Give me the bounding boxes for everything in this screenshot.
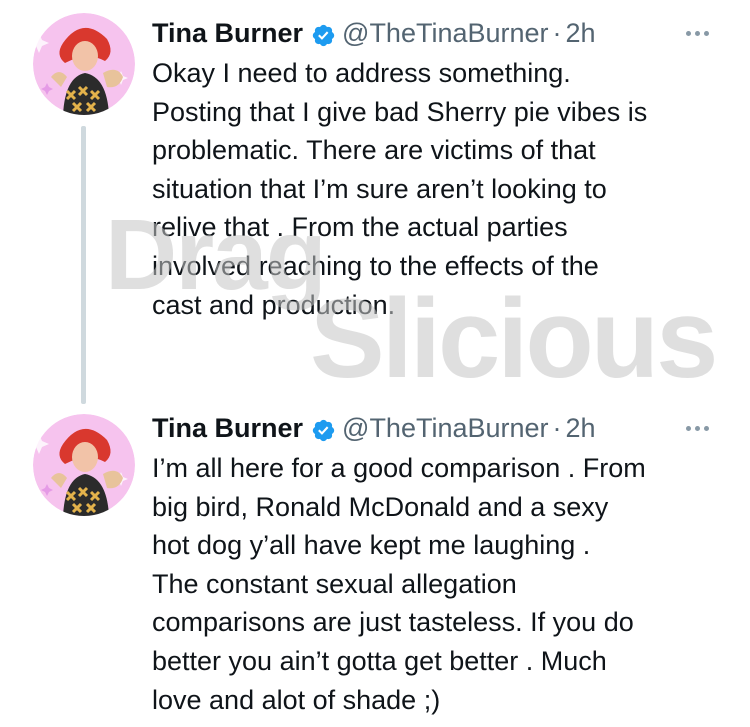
author-name[interactable]: Tina Burner xyxy=(152,15,303,51)
tweet-text: Okay I need to address something. Postin… xyxy=(152,58,648,320)
thread-line xyxy=(81,126,86,404)
avatar[interactable] xyxy=(33,414,135,516)
verified-badge-icon xyxy=(311,21,336,46)
tweet-header: Tina Burner @TheTinaBurner · 2h xyxy=(152,410,596,446)
more-options-icon[interactable] xyxy=(677,18,717,48)
tweet-text: I’m all here for a good comparison . Fro… xyxy=(152,453,646,715)
separator-dot: · xyxy=(552,18,562,48)
verified-badge-icon xyxy=(311,416,336,441)
author-name[interactable]: Tina Burner xyxy=(152,410,303,446)
avatar[interactable] xyxy=(33,13,135,115)
timestamp[interactable]: 2h xyxy=(566,410,596,446)
author-handle[interactable]: @TheTinaBurner xyxy=(342,15,549,51)
separator-dot: · xyxy=(552,413,562,443)
timestamp[interactable]: 2h xyxy=(566,15,596,51)
tweet-header: Tina Burner @TheTinaBurner · 2h xyxy=(152,15,596,51)
author-handle[interactable]: @TheTinaBurner xyxy=(342,410,549,446)
more-options-icon[interactable] xyxy=(677,413,717,443)
